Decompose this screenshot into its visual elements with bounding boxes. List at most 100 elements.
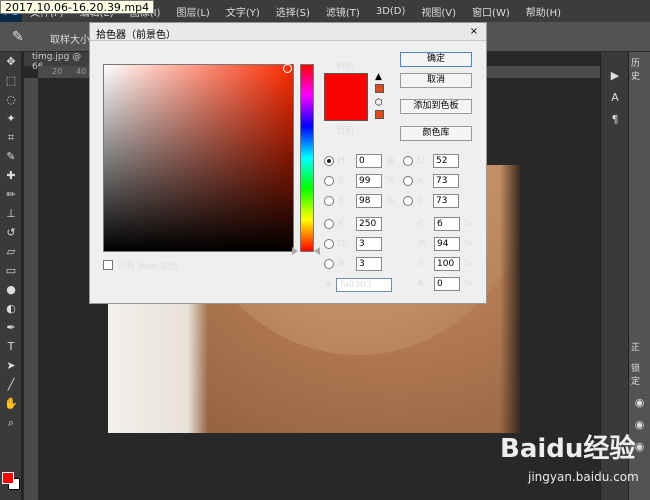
hex-label: #	[325, 280, 333, 290]
brightness-input[interactable]: 98	[356, 194, 382, 208]
menu-help[interactable]: 帮助(H)	[518, 4, 569, 19]
k-input[interactable]: 0	[434, 277, 460, 291]
menu-filter[interactable]: 滤镜(T)	[318, 4, 368, 19]
close-icon[interactable]: ×	[467, 26, 481, 38]
blue-label: B:	[338, 259, 348, 269]
new-color-label: 新的	[336, 62, 355, 72]
s-radio[interactable]	[324, 176, 334, 186]
healing-brush-icon[interactable]: ✚	[0, 166, 22, 185]
photo-shadow	[500, 165, 520, 433]
a-radio[interactable]	[403, 176, 413, 186]
color-field[interactable]	[103, 64, 294, 252]
eye-icon[interactable]: ◉	[629, 391, 650, 413]
field-row-c: C: 6 %	[418, 217, 473, 231]
menu-window[interactable]: 窗口(W)	[464, 4, 518, 19]
move-tool-icon[interactable]: ✥	[0, 52, 22, 71]
m-unit: %	[464, 239, 473, 249]
hue-slider-handle-right[interactable]	[314, 247, 320, 255]
m-label: M:	[418, 239, 429, 249]
foreground-color-swatch[interactable]	[2, 472, 14, 484]
r-radio[interactable]	[324, 219, 334, 229]
color-libraries-button[interactable]: 颜色库	[400, 126, 472, 141]
zoom-tool-icon[interactable]: ⌕	[0, 413, 22, 432]
lab-b-input[interactable]: 73	[433, 194, 459, 208]
eyedropper-icon[interactable]: ✎	[12, 29, 24, 45]
m-input[interactable]: 94	[434, 237, 460, 251]
history-brush-icon[interactable]: ↺	[0, 223, 22, 242]
blur-tool-icon[interactable]: ●	[0, 280, 22, 299]
menu-select[interactable]: 选择(S)	[268, 4, 318, 19]
tools-panel: ✥ ⬚ ◌ ✦ ⌗ ✎ ✚ ✏ ⊥ ↺ ▱ ▭ ● ◐ ✒ T ➤ ╱ ✋ ⌕	[0, 52, 22, 500]
color-field-cursor[interactable]	[283, 64, 292, 73]
field-row-blue: B: 3	[324, 257, 382, 271]
current-color-label: 当前	[336, 126, 355, 136]
g-radio[interactable]	[324, 239, 334, 249]
hex-input[interactable]: fa0303	[336, 278, 392, 292]
y-input[interactable]: 100	[434, 257, 460, 271]
watermark-url: jingyan.baidu.com	[528, 470, 639, 484]
field-row-brightness: B: 98 %	[324, 194, 395, 208]
web-safe-swatch[interactable]	[375, 110, 384, 119]
character-panel-icon[interactable]: A	[601, 86, 629, 108]
g-input[interactable]: 3	[356, 237, 382, 251]
history-tab[interactable]: 历史	[629, 52, 650, 86]
c-input[interactable]: 6	[434, 217, 460, 231]
blue-radio[interactable]	[324, 259, 334, 269]
cancel-button[interactable]: 取消	[400, 73, 472, 88]
ok-button[interactable]: 确定	[400, 52, 472, 67]
crop-tool-icon[interactable]: ⌗	[0, 128, 22, 147]
menu-3d[interactable]: 3D(D)	[368, 6, 414, 17]
r-input[interactable]: 250	[356, 217, 382, 231]
play-icon[interactable]: ▶	[601, 64, 629, 86]
clone-stamp-icon[interactable]: ⊥	[0, 204, 22, 223]
document-tab[interactable]: timg.jpg @ 66	[24, 52, 94, 72]
paragraph-panel-icon[interactable]: ¶	[601, 108, 629, 130]
field-row-g: G: 3	[324, 237, 382, 251]
field-row-a: a: 73	[403, 174, 459, 188]
quick-select-tool-icon[interactable]: ✦	[0, 109, 22, 128]
brightness-label: B:	[338, 196, 348, 206]
h-radio[interactable]	[324, 156, 334, 166]
sample-size-label[interactable]: 取样大小:	[50, 31, 93, 46]
menu-layer[interactable]: 图层(L)	[168, 4, 217, 19]
hue-slider[interactable]	[300, 64, 314, 252]
menu-type[interactable]: 文字(Y)	[218, 4, 268, 19]
s-input[interactable]: 99	[356, 174, 382, 188]
l-input[interactable]: 52	[433, 154, 459, 168]
eyedropper-tool-icon[interactable]: ✎	[0, 147, 22, 166]
hue-slider-handle-left[interactable]	[292, 247, 298, 255]
new-color-swatch	[324, 73, 368, 121]
vertical-ruler	[24, 78, 38, 500]
dodge-tool-icon[interactable]: ◐	[0, 299, 22, 318]
lab-b-label: b:	[417, 196, 426, 206]
marquee-tool-icon[interactable]: ⬚	[0, 71, 22, 90]
pen-tool-icon[interactable]: ✒	[0, 318, 22, 337]
eraser-tool-icon[interactable]: ▱	[0, 242, 22, 261]
h-input[interactable]: 0	[356, 154, 382, 168]
a-input[interactable]: 73	[433, 174, 459, 188]
lab-b-radio[interactable]	[403, 196, 413, 206]
dialog-title[interactable]: 拾色器（前景色）	[90, 23, 486, 41]
k-label: K:	[418, 279, 427, 289]
line-tool-icon[interactable]: ╱	[0, 375, 22, 394]
menu-view[interactable]: 视图(V)	[413, 4, 464, 19]
g-label: G:	[338, 239, 349, 249]
add-to-swatches-button[interactable]: 添加到色板	[400, 99, 472, 114]
brush-tool-icon[interactable]: ✏	[0, 185, 22, 204]
gradient-tool-icon[interactable]: ▭	[0, 261, 22, 280]
lasso-tool-icon[interactable]: ◌	[0, 90, 22, 109]
web-safe-cube-icon[interactable]: ⬡	[375, 98, 383, 108]
gamut-warning-icon[interactable]: ▲	[375, 72, 382, 82]
l-radio[interactable]	[403, 156, 413, 166]
type-tool-icon[interactable]: T	[0, 337, 22, 356]
hand-tool-icon[interactable]: ✋	[0, 394, 22, 413]
field-row-r: R: 250	[324, 217, 382, 231]
field-row-lab-b: b: 73	[403, 194, 459, 208]
path-select-icon[interactable]: ➤	[0, 356, 22, 375]
gamut-warning-swatch[interactable]	[375, 84, 384, 93]
blue-input[interactable]: 3	[356, 257, 382, 271]
brightness-radio[interactable]	[324, 196, 334, 206]
c-label: C:	[418, 219, 428, 229]
field-row-k: K: 0 %	[418, 277, 473, 291]
web-colors-checkbox[interactable]	[103, 260, 113, 270]
